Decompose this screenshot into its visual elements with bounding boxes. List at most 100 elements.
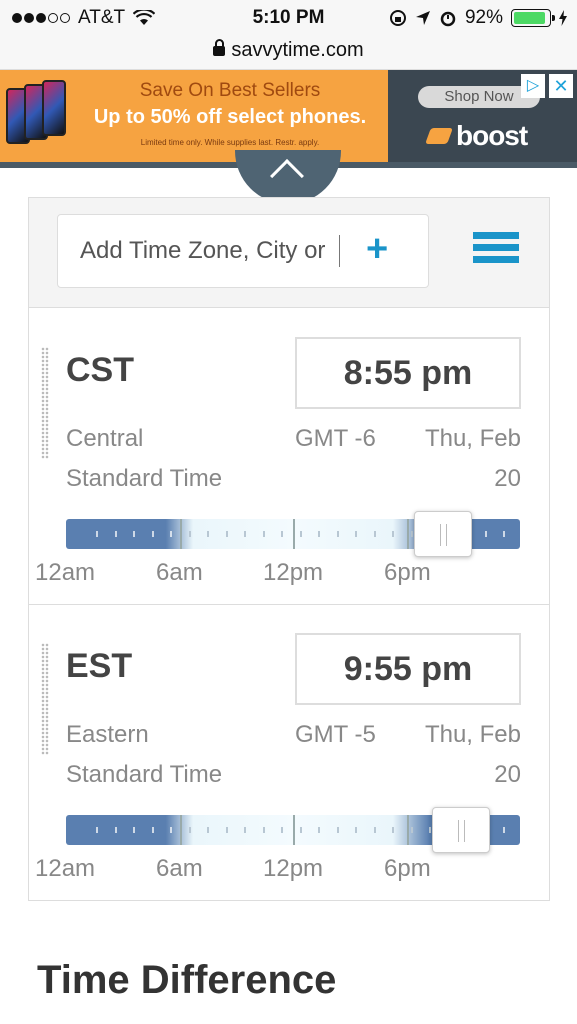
slider-tick — [244, 827, 246, 833]
zone-row-est: EST 9:55 pm Eastern Standard Time GMT -5… — [29, 605, 549, 901]
hour-label: 12pm — [263, 855, 324, 882]
ad-brand-panel[interactable]: Shop Now boost ▷ ✕ — [388, 70, 577, 162]
slider-tick — [170, 531, 172, 537]
hour-label: 12pm — [263, 559, 324, 586]
zone-abbreviation: CST — [66, 351, 134, 389]
zone-date: Thu, Feb — [424, 425, 521, 452]
charging-icon — [559, 10, 567, 26]
slider-tick — [503, 531, 505, 537]
slider-divider — [406, 519, 409, 549]
slider-tick — [170, 827, 172, 833]
slider-divider — [293, 519, 295, 549]
status-right: 92% — [389, 7, 567, 29]
slider-tick — [151, 827, 154, 833]
url-text: savvytime.com — [231, 39, 364, 61]
hour-label: 6am — [156, 559, 203, 586]
slider-tick — [299, 827, 302, 833]
slider-tick — [96, 827, 98, 833]
battery-percent: 92% — [464, 7, 503, 28]
ad-promo[interactable]: Save On Best Sellers Up to 50% off selec… — [0, 70, 388, 162]
zone-name: Eastern — [66, 721, 149, 748]
slider-tick — [355, 827, 357, 833]
location-arrow-icon — [415, 11, 430, 25]
address-bar[interactable]: savvytime.com — [0, 36, 577, 70]
slider-tick — [503, 827, 505, 833]
add-time-zone-input[interactable]: Add Time Zone, City or + — [57, 214, 429, 288]
slider-tick — [336, 827, 339, 833]
slider-tick — [133, 531, 135, 537]
slider-tick — [373, 827, 376, 833]
slider-tick — [225, 531, 228, 537]
ad-close-icon[interactable]: ✕ — [549, 74, 573, 98]
plus-icon[interactable]: + — [366, 229, 388, 269]
boost-logo: boost — [425, 120, 528, 152]
slider-tick — [188, 827, 191, 833]
text-cursor — [339, 235, 340, 267]
slider-tick — [410, 827, 413, 833]
battery-fill — [514, 12, 546, 24]
chevron-up-icon — [270, 159, 304, 193]
slider-tick — [114, 531, 117, 537]
slider-tick — [299, 531, 302, 537]
slider-tick — [281, 531, 283, 537]
adchoices-icon[interactable]: ▷ — [521, 74, 545, 98]
slider-tick — [133, 827, 135, 833]
alarm-icon — [440, 11, 456, 27]
slider-tick — [336, 531, 339, 537]
drag-handle-icon[interactable] — [41, 643, 49, 755]
slider-tick — [225, 827, 228, 833]
slider-tick — [244, 531, 246, 537]
slider-tick — [207, 827, 209, 833]
slider-tick — [207, 531, 209, 537]
time-slider-handle[interactable] — [413, 511, 472, 557]
ad-banner[interactable]: Save On Best Sellers Up to 50% off selec… — [0, 70, 577, 162]
slider-tick — [373, 531, 376, 537]
zone-date: Thu, Feb — [424, 721, 521, 748]
hamburger-menu-icon[interactable] — [473, 232, 519, 268]
zone-date-day: 20 — [494, 465, 521, 492]
slider-divider — [293, 815, 295, 845]
hour-label: 6pm — [384, 855, 431, 882]
phones-image — [6, 80, 76, 152]
hour-label: 6pm — [384, 559, 431, 586]
slider-tick — [355, 531, 357, 537]
lock-icon — [213, 39, 226, 56]
slider-tick — [318, 827, 320, 833]
slider-tick — [262, 827, 265, 833]
zone-row-cst: CST 8:55 pm Central Standard Time GMT -6… — [29, 309, 549, 605]
slider-tick — [410, 531, 413, 537]
slider-tick — [151, 531, 154, 537]
hour-label: 12am — [35, 855, 96, 882]
zone-time-field[interactable]: 9:55 pm — [295, 633, 521, 705]
rotation-lock-icon — [389, 10, 406, 26]
slider-tick — [484, 531, 487, 537]
collapse-button[interactable] — [235, 150, 341, 204]
zone-name: Central — [66, 425, 144, 452]
hour-labels: 12am 6am 12pm 6pm — [35, 855, 535, 885]
time-slider-handle[interactable] — [431, 807, 490, 853]
slider-tick — [392, 531, 394, 537]
zone-time-field[interactable]: 8:55 pm — [295, 337, 521, 409]
add-time-zone-placeholder: Add Time Zone, City or — [80, 237, 326, 264]
slider-tick — [188, 531, 191, 537]
slider-divider — [406, 815, 409, 845]
drag-handle-icon[interactable] — [41, 347, 49, 459]
hour-label: 12am — [35, 559, 96, 586]
time-zone-converter: Add Time Zone, City or + CST 8:55 pm Cen… — [28, 197, 550, 901]
slider-divider — [179, 815, 182, 845]
zone-gmt-offset: GMT -6 — [295, 425, 376, 452]
slider-tick — [318, 531, 320, 537]
slider-tick — [429, 827, 431, 833]
zone-date-day: 20 — [494, 761, 521, 788]
status-bar: AT&T 5:10 PM 92% — [0, 0, 577, 36]
boost-mark-icon — [425, 128, 453, 144]
hour-label: 6am — [156, 855, 203, 882]
zone-gmt-offset: GMT -5 — [295, 721, 376, 748]
battery-icon — [511, 9, 555, 27]
ad-disclaimer: Limited time only. While supplies last. … — [140, 138, 320, 147]
ad-headline: Save On Best Sellers — [139, 80, 321, 101]
zone-abbreviation: EST — [66, 647, 133, 685]
slider-tick — [262, 531, 265, 537]
zone-name-line2: Standard Time — [66, 761, 223, 788]
converter-toolbar: Add Time Zone, City or + — [29, 198, 549, 308]
